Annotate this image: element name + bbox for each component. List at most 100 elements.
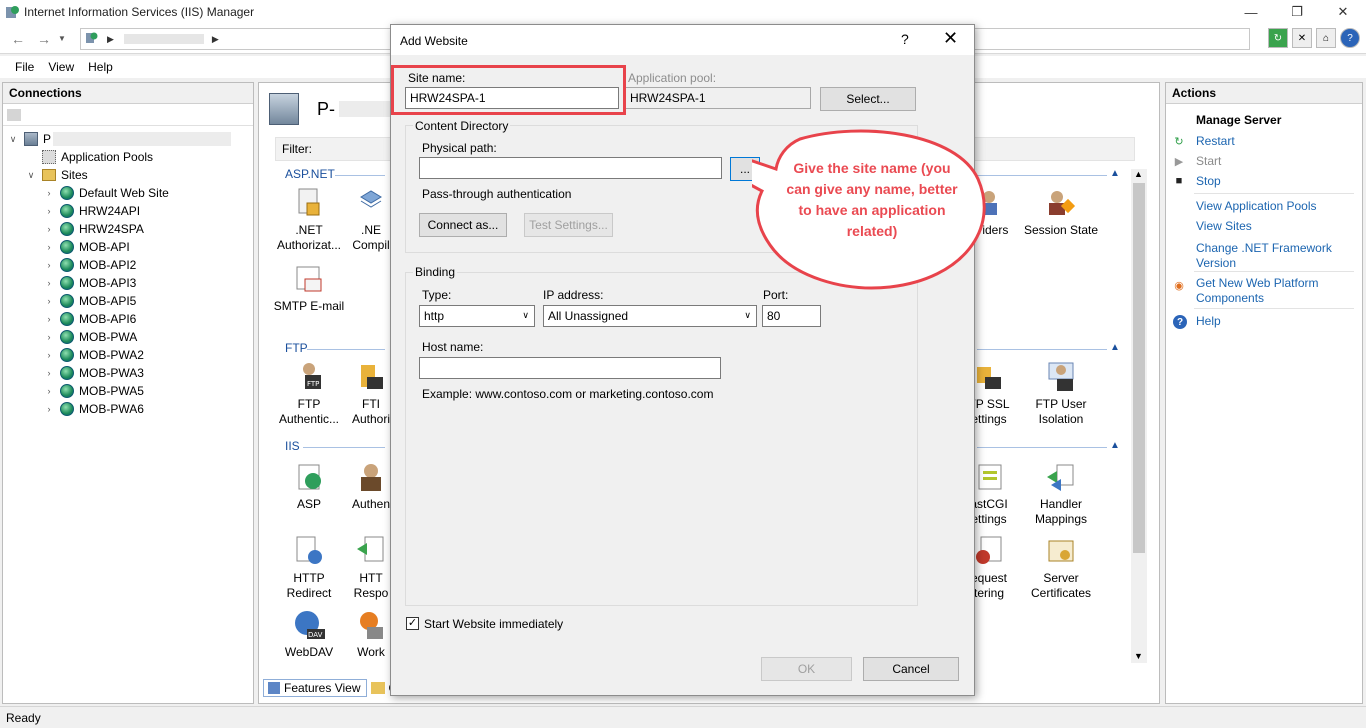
back-button[interactable]: ← [6, 28, 30, 50]
help-icon[interactable]: ? [1340, 28, 1360, 48]
feature-asp[interactable]: ASP [271, 461, 347, 512]
dialog-close-button[interactable]: ✕ [943, 28, 958, 49]
tree-site-item[interactable]: › MOB-PWA5 [43, 382, 144, 400]
type-label: Type: [422, 288, 452, 302]
port-input[interactable]: 80 [762, 305, 821, 327]
expand-icon[interactable]: › [43, 224, 55, 234]
close-window-button[interactable]: ✕ [1320, 0, 1366, 24]
action-change-net-framework[interactable]: Change .NET Framework Version [1196, 241, 1356, 271]
tree-site-item[interactable]: › MOB-PWA3 [43, 364, 144, 382]
physical-path-label: Physical path: [422, 141, 497, 155]
action-view-app-pools[interactable]: View Application Pools [1196, 199, 1356, 214]
menu-file[interactable]: File [15, 60, 34, 74]
group-aspnet[interactable]: ASP.NET [285, 167, 335, 181]
feature-ftp-authentication[interactable]: FTP FTP Authentic... [271, 361, 347, 427]
dialog-help-button[interactable]: ? [901, 31, 909, 47]
feature-smtp-email[interactable]: SMTP E-mail [271, 263, 347, 314]
tree-site-item[interactable]: › MOB-API [43, 238, 130, 256]
action-get-web-platform[interactable]: Get New Web Platform Components [1196, 276, 1356, 306]
feature-ftp-user-isolation[interactable]: FTP User Isolation [1023, 361, 1099, 427]
collapse-aspnet-icon[interactable]: ▲ [1110, 168, 1120, 179]
save-connection-icon[interactable] [7, 108, 21, 121]
forward-button[interactable]: → [32, 28, 56, 50]
expand-icon[interactable]: › [43, 350, 55, 360]
select-app-pool-button[interactable]: Select... [820, 87, 916, 111]
group-divider [977, 349, 1107, 350]
action-help[interactable]: Help [1196, 314, 1356, 329]
globe-icon [59, 329, 75, 345]
feature-handler-mappings[interactable]: Handler Mappings [1023, 461, 1099, 527]
expand-icon[interactable]: › [43, 206, 55, 216]
feature-http-redirect[interactable]: HTTP Redirect [271, 535, 347, 601]
actions-pane: Actions Manage Server ↻ Restart ▶ Start … [1165, 82, 1363, 704]
action-restart[interactable]: Restart [1196, 134, 1356, 149]
collapse-iis-icon[interactable]: ▲ [1110, 440, 1120, 451]
tree-site-item[interactable]: › MOB-API3 [43, 274, 136, 292]
expand-icon[interactable]: › [43, 260, 55, 270]
tree-sites[interactable]: ∨ Sites [25, 166, 88, 184]
tree-site-item[interactable]: › MOB-PWA [43, 328, 137, 346]
expand-icon[interactable]: › [43, 404, 55, 414]
scroll-thumb[interactable] [1133, 183, 1145, 553]
action-view-sites[interactable]: View Sites [1196, 219, 1356, 234]
scroll-down-icon[interactable]: ▼ [1134, 651, 1143, 661]
features-scrollbar[interactable]: ▲ ▼ [1131, 169, 1147, 663]
group-iis[interactable]: IIS [285, 439, 300, 453]
start-immediately-checkbox[interactable]: ✓ [406, 617, 419, 630]
feature-net-authorization[interactable]: .NET Authorizat... [271, 187, 347, 253]
feature-session-state[interactable]: Session State [1023, 187, 1099, 238]
history-dropdown-icon[interactable]: ▼ [58, 34, 66, 43]
collapse-ftp-icon[interactable]: ▲ [1110, 342, 1120, 353]
ok-button[interactable]: OK [761, 657, 852, 681]
tree-site-item[interactable]: › MOB-PWA2 [43, 346, 144, 364]
physical-path-input[interactable] [419, 157, 722, 179]
cancel-button[interactable]: Cancel [863, 657, 959, 681]
minimize-button[interactable]: — [1228, 0, 1274, 24]
scroll-up-icon[interactable]: ▲ [1134, 169, 1143, 179]
tree-site-item[interactable]: › MOB-PWA6 [43, 400, 144, 418]
globe-icon [59, 257, 75, 273]
feature-webdav[interactable]: DAV WebDAV [271, 609, 347, 660]
action-stop[interactable]: Stop [1196, 174, 1356, 189]
help-circle-icon: ? [1173, 315, 1187, 329]
authentication-icon [355, 461, 387, 493]
tree-site-item[interactable]: › HRW24SPA [43, 220, 144, 238]
refresh-icon[interactable]: ↻ [1268, 28, 1288, 48]
restore-button[interactable]: ❐ [1274, 0, 1320, 24]
tab-features-view[interactable]: Features View [263, 679, 368, 697]
home-icon[interactable]: ⌂ [1316, 28, 1336, 48]
host-name-input[interactable] [419, 357, 721, 379]
expand-icon[interactable]: › [43, 314, 55, 324]
menu-view[interactable]: View [48, 60, 74, 74]
expand-icon[interactable]: › [43, 278, 55, 288]
expand-icon[interactable]: › [43, 242, 55, 252]
tree-server[interactable]: ∨ P [7, 130, 232, 148]
expand-icon[interactable]: › [43, 332, 55, 342]
content-view-icon [371, 682, 386, 694]
tree-app-pools[interactable]: Application Pools [25, 148, 153, 166]
stop-icon[interactable]: ✕ [1292, 28, 1312, 48]
site-name: MOB-PWA [79, 330, 138, 344]
test-settings-button[interactable]: Test Settings... [524, 213, 613, 237]
tree-site-item[interactable]: › MOB-API6 [43, 310, 136, 328]
expand-icon[interactable]: › [43, 368, 55, 378]
expand-icon[interactable]: ∨ [25, 170, 37, 181]
expand-icon[interactable]: ∨ [7, 134, 19, 145]
group-ftp[interactable]: FTP [285, 341, 308, 355]
action-start[interactable]: Start [1196, 154, 1356, 169]
ip-address-select[interactable]: All Unassigned ∨ [543, 305, 757, 327]
dialog-title-bar: Add Website ? ✕ [391, 25, 974, 55]
feature-server-certificates[interactable]: Server Certificates [1023, 535, 1099, 601]
sites-folder-icon [41, 167, 57, 183]
type-select[interactable]: http ∨ [419, 305, 535, 327]
expand-icon[interactable]: › [43, 296, 55, 306]
connect-as-button[interactable]: Connect as... [419, 213, 507, 237]
tree-site-item[interactable]: › HRW24API [43, 202, 140, 220]
menu-help[interactable]: Help [88, 60, 113, 74]
server-name: P [43, 132, 52, 146]
expand-icon[interactable]: › [43, 386, 55, 396]
tree-site-item[interactable]: › MOB-API5 [43, 292, 136, 310]
tree-site-item[interactable]: › MOB-API2 [43, 256, 136, 274]
tree-site-item[interactable]: › Default Web Site [43, 184, 169, 202]
expand-icon[interactable]: › [43, 188, 55, 198]
